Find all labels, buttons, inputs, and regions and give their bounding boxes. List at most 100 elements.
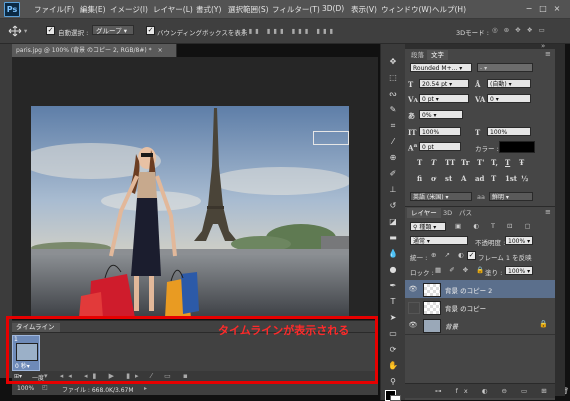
menu-help[interactable]: ヘルプ(H) xyxy=(432,4,466,15)
kerning-field[interactable]: 0 pt ▾ xyxy=(419,94,469,103)
antialias-select[interactable]: 鮮明 ▾ xyxy=(489,192,533,201)
ordinals-button[interactable]: 1st xyxy=(505,174,517,183)
tab-3d[interactable]: 3D xyxy=(439,208,456,218)
menu-filter[interactable]: フィルター(T) xyxy=(272,4,320,15)
ligatures-button[interactable]: fi xyxy=(417,174,422,183)
close-document-icon[interactable]: × xyxy=(158,47,163,54)
superscript-button[interactable]: T' xyxy=(477,158,484,167)
pen-tool-icon[interactable]: ✒ xyxy=(386,280,400,292)
quick-select-tool-icon[interactable]: ✎ xyxy=(386,104,400,116)
background-color-swatch[interactable] xyxy=(390,395,401,401)
paris-photo[interactable] xyxy=(31,106,349,318)
text-color-swatch[interactable] xyxy=(499,141,535,153)
brush-tool-icon[interactable]: ✐ xyxy=(386,168,400,180)
tab-layers[interactable]: レイヤー xyxy=(407,208,441,218)
font-style-select[interactable]: - ▾ xyxy=(477,63,533,72)
horizontal-scale-field[interactable]: 100% xyxy=(487,127,531,136)
tool-preset-arrow-icon[interactable]: ▾ xyxy=(24,27,27,35)
maximize-button[interactable]: □ xyxy=(537,3,549,14)
unify-buttons[interactable]: ⊕ ↗ ◐ xyxy=(431,251,467,259)
leading-field[interactable]: (自動) ▾ xyxy=(487,79,531,88)
font-size-field[interactable]: 20.54 pt ▾ xyxy=(419,79,469,88)
layers-footer-buttons[interactable]: ⊶ fx ◐ ⊖ ▭ ⊞ 🗑 xyxy=(435,387,570,395)
transform-bounding-box[interactable] xyxy=(313,131,349,145)
visibility-toggle-off[interactable] xyxy=(408,302,420,314)
layer-row-copy2[interactable]: 👁 背景 のコピー 2 xyxy=(405,280,555,299)
menu-window[interactable]: ウィンドウ(W) xyxy=(381,4,432,15)
tsume-field[interactable]: 0% ▾ xyxy=(419,110,463,119)
zoom-level[interactable]: 100% xyxy=(17,385,34,392)
layer-filter-buttons[interactable]: ▣ ◐ T ⊡ ▢ xyxy=(455,222,536,230)
status-share-icon[interactable]: ◰ xyxy=(42,384,48,391)
marquee-tool-icon[interactable]: ⬚ xyxy=(386,72,400,84)
shape-tool-icon[interactable]: ▭ xyxy=(386,328,400,340)
strikethrough-button[interactable]: Ŧ xyxy=(519,158,524,167)
layer-filter-select[interactable]: ⚲ 種類 ▾ xyxy=(410,222,446,231)
layer-name[interactable]: 背景 xyxy=(445,321,458,331)
clone-stamp-icon[interactable]: ⊥ xyxy=(386,184,400,196)
path-select-tool-icon[interactable]: ➤ xyxy=(386,312,400,324)
visibility-eye-icon[interactable]: 👁 xyxy=(408,284,418,294)
3d-rotate-tool-icon[interactable]: ⟳ xyxy=(386,344,400,356)
language-select[interactable]: 英語 (米国) ▾ xyxy=(410,192,472,201)
small-caps-button[interactable]: Tr xyxy=(461,158,469,167)
menu-layer[interactable]: レイヤー(L) xyxy=(153,4,193,15)
lock-buttons[interactable]: ▦ ✐ ✥ 🔒 xyxy=(435,266,487,274)
align-buttons[interactable]: ▮▮▮ ▮▮▮ ▮▮▮ ▮▮▮ xyxy=(242,27,336,35)
minimize-button[interactable]: − xyxy=(523,3,535,14)
discretionary-ligatures-button[interactable]: st xyxy=(445,174,452,183)
tab-character[interactable]: 文字 xyxy=(427,50,448,60)
tracking-field[interactable]: 0 ▾ xyxy=(487,94,531,103)
menu-view[interactable]: 表示(V) xyxy=(351,4,377,15)
panel-collapse-icon[interactable]: » xyxy=(541,42,545,50)
tab-paragraph[interactable]: 段落 xyxy=(407,50,428,60)
layer-name[interactable]: 背景 のコピー xyxy=(445,303,486,313)
fill-field[interactable]: 100% ▾ xyxy=(505,266,533,275)
subscript-button[interactable]: T, xyxy=(491,158,498,167)
baseline-shift-field[interactable]: 0 pt xyxy=(419,142,461,151)
faux-italic-button[interactable]: T xyxy=(431,158,436,167)
menu-select[interactable]: 選択範囲(S) xyxy=(228,4,269,15)
opacity-field[interactable]: 100% ▾ xyxy=(505,236,533,245)
all-caps-button[interactable]: TT xyxy=(445,158,455,167)
move-tool-icon[interactable]: ✥ xyxy=(386,56,400,68)
titling-button[interactable]: T xyxy=(491,174,496,183)
panel-menu-icon[interactable]: ≡ xyxy=(545,50,551,58)
hand-tool-icon[interactable]: ✋ xyxy=(386,360,400,372)
3d-mode-buttons[interactable]: ◎ ⊛ ✥ ❖ ▭ xyxy=(492,26,547,34)
menu-3d[interactable]: 3D(D) xyxy=(322,4,344,13)
stylistic-alternates-button[interactable]: ad xyxy=(475,174,484,183)
dodge-tool-icon[interactable]: ● xyxy=(386,264,400,276)
lasso-tool-icon[interactable]: ᔓ xyxy=(386,88,400,100)
eraser-tool-icon[interactable]: ◪ xyxy=(386,216,400,228)
document-tab[interactable]: paris.jpg @ 100% (背景 のコピー 2, RGB/8#) * × xyxy=(12,44,177,57)
old-style-button[interactable]: ơ xyxy=(431,174,436,183)
blend-mode-select[interactable]: 通常 ▾ xyxy=(410,236,468,245)
layer-row-copy[interactable]: 背景 のコピー xyxy=(405,298,555,317)
type-tool-icon[interactable]: T xyxy=(386,296,400,308)
auto-select-checkbox[interactable]: ✓ xyxy=(46,26,55,35)
bounding-box-checkbox[interactable]: ✓ xyxy=(146,26,155,35)
menu-type[interactable]: 書式(Y) xyxy=(196,4,221,15)
healing-brush-icon[interactable]: ⊕ xyxy=(386,152,400,164)
crop-tool-icon[interactable]: ⌗ xyxy=(386,120,400,132)
menu-edit[interactable]: 編集(E) xyxy=(80,4,106,15)
gradient-tool-icon[interactable]: ▬ xyxy=(386,232,400,244)
propagate-frame-checkbox[interactable]: ✓ xyxy=(467,251,476,260)
tab-paths[interactable]: パス xyxy=(455,208,476,218)
faux-bold-button[interactable]: T xyxy=(417,158,422,167)
menu-image[interactable]: イメージ(I) xyxy=(110,4,148,15)
panel-scrollbar[interactable] xyxy=(555,44,565,396)
history-brush-icon[interactable]: ↺ xyxy=(386,200,400,212)
visibility-eye-icon[interactable]: 👁 xyxy=(408,320,418,330)
fractions-button[interactable]: ½ xyxy=(521,174,528,183)
layer-row-background[interactable]: 👁 背景 🔒 xyxy=(405,316,555,335)
auto-select-dropdown[interactable]: グループ ▾ xyxy=(92,25,134,35)
close-window-button[interactable]: × xyxy=(551,3,563,14)
swash-button[interactable]: A xyxy=(461,174,466,183)
layer-name[interactable]: 背景 のコピー 2 xyxy=(445,285,492,295)
font-family-select[interactable]: Rounded M+... ▾ xyxy=(410,63,472,72)
eyedropper-tool-icon[interactable]: ⁄ xyxy=(386,136,400,148)
status-menu-arrow-icon[interactable]: ▸ xyxy=(144,385,147,392)
zoom-tool-icon[interactable]: ⚲ xyxy=(386,376,400,388)
